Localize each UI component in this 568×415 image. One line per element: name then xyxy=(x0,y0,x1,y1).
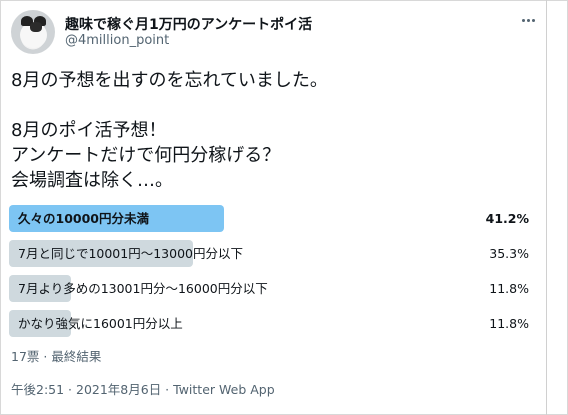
poll-option-label: 7月と同じで10001円～13000円分以下 xyxy=(18,246,243,261)
dot xyxy=(526,18,530,22)
poll-option-percent: 35.3% xyxy=(489,246,529,261)
tweet-timestamp[interactable]: 午後2:51 · 2021年8月6日 · Twitter Web App xyxy=(11,379,275,398)
poll-option-label: 7月より多めの13001円分～16000円分以下 xyxy=(18,281,268,296)
poll-option[interactable]: 7月より多めの13001円分～16000円分以下 11.8% xyxy=(9,275,531,302)
more-options-icon[interactable] xyxy=(518,13,538,27)
poll-option-label: かなり強気に16001円分以上 xyxy=(18,316,183,331)
tweet-text: 8月の予想を出すのを忘れていました。 8月のポイ活予想！ アンケートだけで何円分… xyxy=(11,68,531,193)
poll-option-label: 久々の10000円分未満 xyxy=(18,211,149,226)
tweet-line: 8月のポイ活予想！ xyxy=(11,120,167,141)
author-display-name[interactable]: 趣味で稼ぐ月1万円のアンケートポイ活 xyxy=(65,14,312,34)
poll: 久々の10000円分未満 41.2% 7月と同じで10001円～13000円分以… xyxy=(9,205,531,345)
poll-option[interactable]: 7月と同じで10001円～13000円分以下 35.3% xyxy=(9,240,531,267)
poll-option-percent: 11.8% xyxy=(489,316,529,331)
poll-option-percent: 11.8% xyxy=(489,281,529,296)
tweet-line: 8月の予想を出すのを忘れていました。 xyxy=(11,70,328,91)
poll-option[interactable]: かなり強気に16001円分以上 11.8% xyxy=(9,310,531,337)
poll-option[interactable]: 久々の10000円分未満 41.2% xyxy=(9,205,531,232)
author-handle[interactable]: @4million_point xyxy=(65,33,169,48)
tweet-line: アンケートだけで何円分稼げる？ xyxy=(11,145,281,166)
dot xyxy=(521,18,525,22)
tweet-header: 趣味で稼ぐ月1万円のアンケートポイ活 @4million_point xyxy=(11,10,541,56)
tweet-line: 会場調査は除く…。 xyxy=(11,170,173,191)
column-divider xyxy=(546,0,547,415)
avatar-patch xyxy=(30,22,42,32)
dot xyxy=(531,18,535,22)
cat-avatar-icon[interactable] xyxy=(11,10,55,54)
poll-option-percent: 41.2% xyxy=(485,211,529,226)
poll-meta: 17票 · 最終結果 xyxy=(11,349,102,364)
